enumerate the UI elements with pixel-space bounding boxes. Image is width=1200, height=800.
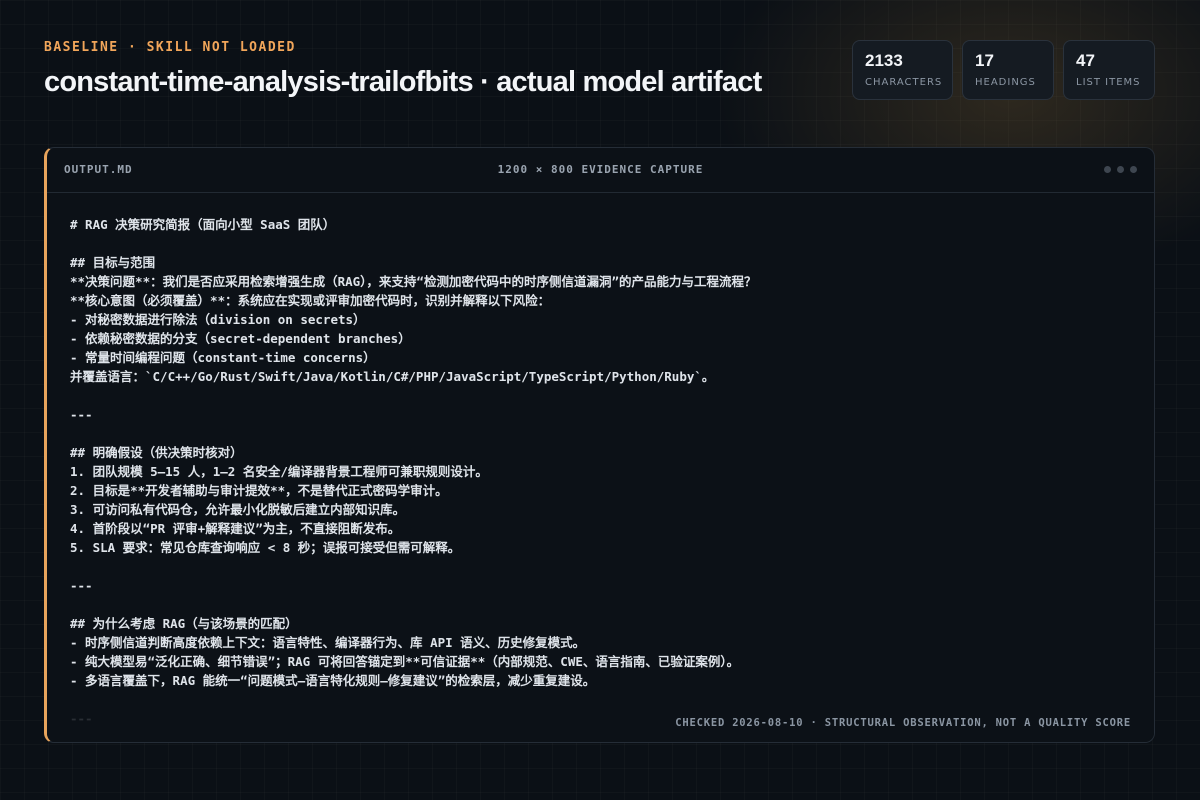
- stat-card-list-items: 47 LIST ITEMS: [1063, 40, 1155, 100]
- dot-icon: [1104, 166, 1111, 173]
- stat-card-characters: 2133 CHARACTERS: [852, 40, 953, 100]
- stat-label: HEADINGS: [975, 77, 1036, 88]
- output-panel: OUTPUT.MD 1200 × 800 EVIDENCE CAPTURE # …: [44, 147, 1155, 743]
- stat-value: 17: [975, 51, 994, 70]
- stat-value: 2133: [865, 51, 903, 70]
- stat-label: LIST ITEMS: [1076, 77, 1141, 88]
- page-title: constant-time-analysis-trailofbits · act…: [44, 66, 762, 98]
- baseline-eyebrow: BASELINE · SKILL NOT LOADED: [44, 40, 296, 55]
- panel-header: OUTPUT.MD 1200 × 800 EVIDENCE CAPTURE: [47, 148, 1154, 193]
- footer-note: CHECKED 2026-08-10 · STRUCTURAL OBSERVAT…: [675, 717, 1131, 729]
- stats-bar: 2133 CHARACTERS 17 HEADINGS 47 LIST ITEM…: [852, 40, 1155, 100]
- capture-label: 1200 × 800 EVIDENCE CAPTURE: [497, 163, 704, 176]
- window-dots: [1104, 166, 1137, 173]
- stat-label: CHARACTERS: [865, 77, 943, 88]
- dot-icon: [1117, 166, 1124, 173]
- dot-icon: [1130, 166, 1137, 173]
- markdown-content[interactable]: # RAG 决策研究简报（面向小型 SaaS 团队） ## 目标与范围 **决策…: [70, 215, 1134, 728]
- stat-card-headings: 17 HEADINGS: [962, 40, 1054, 100]
- stat-value: 47: [1076, 51, 1095, 70]
